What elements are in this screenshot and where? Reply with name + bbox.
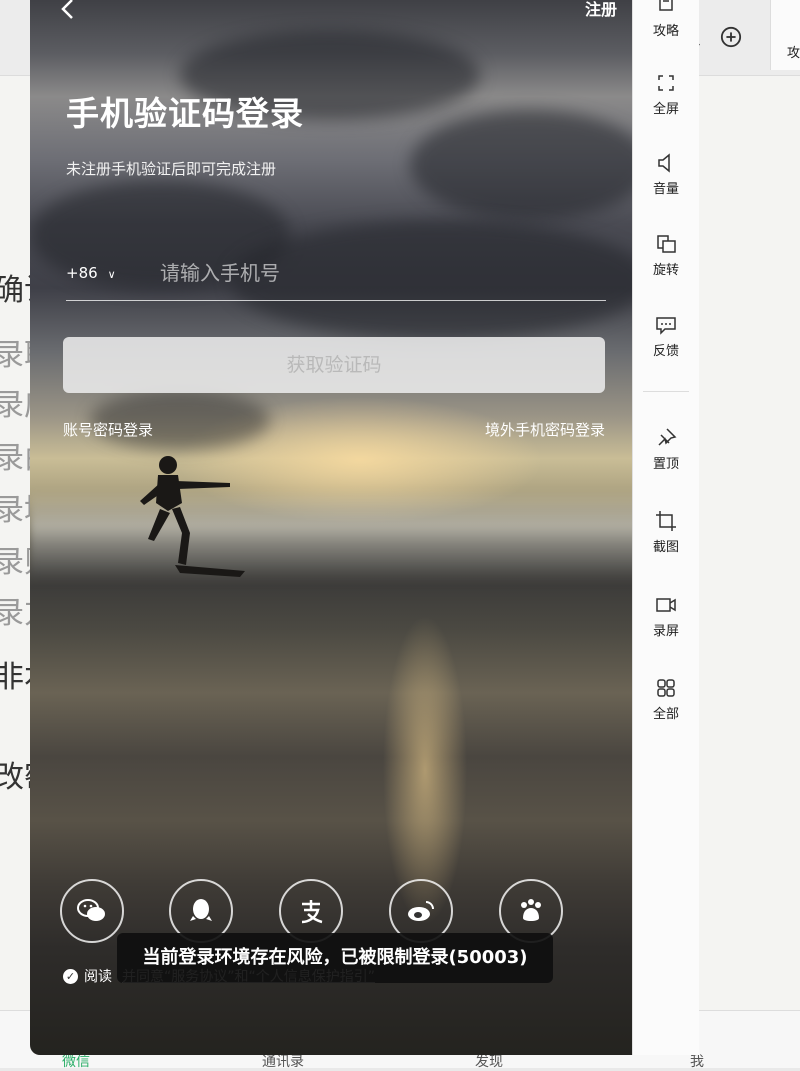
country-code-selector[interactable]: +86 ∨ <box>66 264 116 282</box>
volume-icon <box>658 153 670 173</box>
guide-icon <box>659 0 673 11</box>
tool-label: 攻 <box>787 46 800 61</box>
overseas-login-link[interactable]: 境外手机密码登录 <box>485 419 605 440</box>
tool-label: 全屏 <box>652 102 679 117</box>
emulator-toolbar: 攻略 全屏 音量 旋转 反馈 置顶 截图 录屏 全部 <box>632 0 699 1055</box>
alipay-icon <box>301 900 323 924</box>
tool-label: 录屏 <box>652 624 679 639</box>
tool-guide[interactable]: 攻略 <box>633 0 699 39</box>
qq-icon <box>190 899 212 921</box>
get-code-button[interactable]: 获取验证码 <box>63 337 605 393</box>
back-button[interactable] <box>60 0 74 25</box>
agreement-checkbox[interactable]: ✓ <box>63 968 78 984</box>
tool-label: 旋转 <box>652 263 679 278</box>
grid-icon <box>657 679 675 697</box>
baidu-icon <box>521 899 541 921</box>
weibo-icon <box>408 901 434 921</box>
plus-circle-icon[interactable] <box>720 26 742 48</box>
pin-icon <box>658 428 677 446</box>
tool-screenshot[interactable]: 截图 <box>633 510 699 555</box>
agreement-prefix: 阅读 <box>84 969 112 985</box>
tool-volume[interactable]: 音量 <box>633 152 699 197</box>
fullscreen-icon <box>658 75 674 91</box>
tool-pin[interactable]: 置顶 <box>633 427 699 472</box>
country-code-value: +86 <box>66 264 98 282</box>
tool-label: 全部 <box>652 707 679 722</box>
chevron-down-icon: ∨ <box>107 268 116 281</box>
phone-number-input[interactable] <box>158 254 602 292</box>
risk-toast: 当前登录环境存在风险，已被限制登录(50003) <box>117 933 553 983</box>
feedback-icon <box>656 317 676 335</box>
tool-label: 反馈 <box>652 344 679 359</box>
tool-fullscreen[interactable]: 全屏 <box>633 72 699 117</box>
tool-feedback[interactable]: 反馈 <box>633 314 699 359</box>
tool-rotate[interactable]: 旋转 <box>633 233 699 278</box>
password-login-link[interactable]: 账号密码登录 <box>63 419 153 440</box>
toolbar-divider <box>643 391 689 392</box>
tool-record[interactable]: 录屏 <box>633 594 699 639</box>
rotate-icon <box>657 235 676 253</box>
tool-label: 攻略 <box>652 24 679 39</box>
page-title: 手机验证码登录 <box>66 94 304 133</box>
phone-login-screen: 注册 手机验证码登录 未注册手机验证后即可完成注册 +86 ∨ 获取验证码 账号密… <box>30 0 647 1055</box>
chevron-left-icon <box>61 0 73 19</box>
wechat-icon <box>77 899 105 921</box>
wechat-login-button[interactable] <box>60 879 124 943</box>
record-icon <box>656 598 676 612</box>
tool-label: 截图 <box>652 540 679 555</box>
tool-label: 置顶 <box>652 457 679 472</box>
phone-number-row: +86 ∨ <box>66 252 606 301</box>
register-button[interactable]: 注册 <box>585 0 617 20</box>
page-subtitle: 未注册手机验证后即可完成注册 <box>66 160 277 178</box>
tool-all[interactable]: 全部 <box>633 677 699 722</box>
crop-icon <box>656 511 676 531</box>
secondary-toolbar-edge: 攻 <box>770 0 800 70</box>
tool-label: 音量 <box>652 182 679 197</box>
surfer-silhouette <box>140 456 245 577</box>
